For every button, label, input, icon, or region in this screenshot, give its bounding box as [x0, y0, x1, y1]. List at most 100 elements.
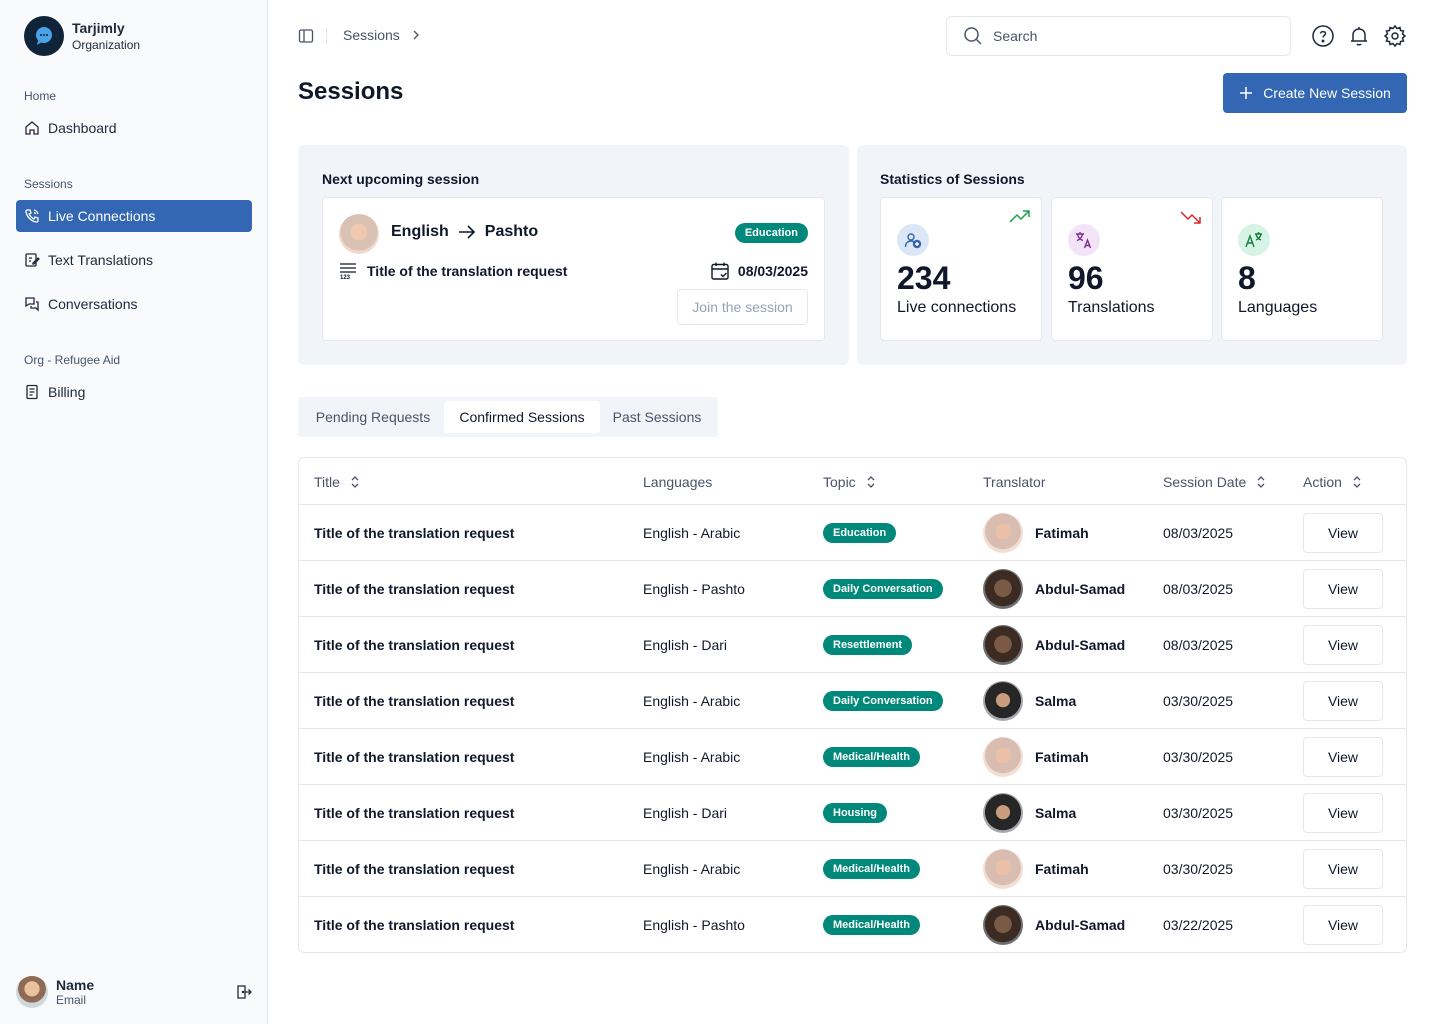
- table-row: Title of the translation request English…: [299, 785, 1406, 841]
- topic-badge: Medical/Health: [823, 747, 921, 767]
- sidebar-item-text-translations[interactable]: Text Translations: [16, 244, 252, 276]
- bell-icon[interactable]: [1347, 24, 1371, 48]
- stat-label: Live connections: [897, 299, 1017, 316]
- table-row: Title of the translation request English…: [299, 729, 1406, 785]
- cell-languages: English - Dari: [643, 805, 728, 821]
- stat-card-languages: 8 Languages: [1221, 197, 1383, 341]
- view-button[interactable]: View: [1303, 681, 1383, 721]
- help-icon[interactable]: [1311, 24, 1335, 48]
- topbar: Sessions: [268, 0, 1440, 72]
- stat-value: 234: [897, 260, 951, 296]
- brand-subtitle: Organization: [72, 38, 141, 52]
- avatar: [983, 793, 1023, 833]
- sidebar-item-label: Conversations: [48, 296, 138, 312]
- sidebar-item-billing[interactable]: Billing: [16, 376, 252, 408]
- column-label: Session Date: [1163, 474, 1247, 490]
- user-profile[interactable]: Name Email: [16, 976, 252, 1008]
- avatar: [16, 976, 48, 1008]
- sidebar-item-conversations[interactable]: Conversations: [16, 288, 252, 320]
- sidebar-toggle-icon[interactable]: [298, 28, 314, 44]
- cell-title: Title of the translation request: [314, 749, 515, 765]
- avatar: [339, 214, 379, 254]
- home-icon: [25, 121, 39, 135]
- nav-group-sessions: Sessions: [24, 177, 73, 191]
- translator-name: Salma: [1035, 805, 1077, 821]
- stat-value: 96: [1068, 260, 1104, 296]
- tab-pending-requests[interactable]: Pending Requests: [302, 401, 444, 433]
- avatar: [983, 625, 1023, 665]
- topic-badge: Daily Conversation: [823, 579, 943, 599]
- view-button[interactable]: View: [1303, 737, 1383, 777]
- search-input[interactable]: [993, 28, 1273, 44]
- sort-icon: [1257, 476, 1265, 488]
- sidebar-item-dashboard[interactable]: Dashboard: [16, 112, 252, 144]
- join-session-button[interactable]: Join the session: [677, 289, 808, 325]
- view-button[interactable]: View: [1303, 793, 1383, 833]
- user-name: Name: [56, 977, 95, 993]
- translator-name: Abdul-Samad: [1035, 581, 1126, 597]
- avatar: [983, 849, 1023, 889]
- view-button[interactable]: View: [1303, 905, 1383, 945]
- tab-past-sessions[interactable]: Past Sessions: [600, 401, 714, 433]
- breadcrumb-sessions[interactable]: Sessions: [343, 27, 400, 43]
- translator-name: Abdul-Samad: [1035, 637, 1126, 653]
- table-row: Title of the translation request English…: [299, 505, 1406, 561]
- upcoming-heading: Next upcoming session: [322, 171, 480, 187]
- sidebar-item-label: Billing: [48, 384, 86, 400]
- sidebar-item-live-connections[interactable]: Live Connections: [16, 200, 252, 232]
- cell-title: Title of the translation request: [314, 917, 515, 933]
- receipt-icon: [26, 384, 38, 400]
- column-label: Action: [1303, 474, 1342, 490]
- chat-icon: [25, 297, 39, 312]
- column-header-topic[interactable]: Topic: [823, 474, 876, 490]
- column-header-action[interactable]: Action: [1303, 474, 1362, 490]
- view-button[interactable]: View: [1303, 569, 1383, 609]
- topic-badge: Education: [734, 223, 808, 243]
- sidebar-item-label: Text Translations: [48, 252, 154, 268]
- tab-confirmed-sessions[interactable]: Confirmed Sessions: [444, 401, 600, 433]
- column-header-title[interactable]: Title: [314, 474, 360, 490]
- translator-name: Fatimah: [1035, 525, 1089, 541]
- cell-languages: English - Pashto: [643, 581, 745, 597]
- view-button[interactable]: View: [1303, 849, 1383, 889]
- table-row: Title of the translation request English…: [299, 617, 1406, 673]
- topic-badge: Daily Conversation: [823, 691, 943, 711]
- statistics-heading: Statistics of Sessions: [880, 171, 1025, 187]
- statistics-panel: Statistics of Sessions 234 Live connecti…: [857, 145, 1407, 365]
- cell-languages: English - Pashto: [643, 917, 745, 933]
- cell-date: 08/03/2025: [1163, 525, 1234, 541]
- search-icon: [964, 27, 982, 45]
- cell-date: 03/30/2025: [1163, 805, 1234, 821]
- cell-title: Title of the translation request: [314, 637, 515, 653]
- upcoming-session-panel: Next upcoming session English Pashto Edu…: [298, 145, 849, 365]
- topic-badge: Education: [823, 523, 897, 543]
- gear-icon[interactable]: [1383, 24, 1407, 48]
- sidebar: Tarjimly Organization Home Dashboard Ses…: [0, 0, 268, 1024]
- text-number-icon: 123: [340, 263, 356, 280]
- table-row: Title of the translation request English…: [299, 841, 1406, 897]
- session-title-text: Title of the translation request: [367, 263, 568, 279]
- from-language: English: [391, 223, 449, 240]
- brand[interactable]: Tarjimly Organization: [24, 16, 140, 56]
- view-button[interactable]: View: [1303, 625, 1383, 665]
- table-row: Title of the translation request English…: [299, 673, 1406, 729]
- create-session-button[interactable]: Create New Session: [1223, 73, 1407, 113]
- avatar: [983, 681, 1023, 721]
- breadcrumb: Sessions: [343, 27, 422, 43]
- cell-title: Title of the translation request: [314, 861, 515, 877]
- session-date-text: 08/03/2025: [737, 263, 808, 279]
- cell-languages: English - Arabic: [643, 693, 741, 709]
- user-email: Email: [56, 993, 87, 1007]
- view-button[interactable]: View: [1303, 513, 1383, 553]
- sort-icon: [351, 476, 359, 488]
- topic-badge: Medical/Health: [823, 915, 921, 935]
- column-header-session-date[interactable]: Session Date: [1163, 474, 1266, 490]
- session-tabs: Pending Requests Confirmed Sessions Past…: [298, 397, 718, 437]
- logout-icon[interactable]: [236, 984, 252, 1000]
- avatar: [983, 737, 1023, 777]
- search-box[interactable]: [946, 16, 1291, 56]
- cell-title: Title of the translation request: [314, 525, 515, 541]
- column-label: Languages: [643, 474, 713, 490]
- avatar: [983, 569, 1023, 609]
- edit-document-icon: [25, 253, 40, 267]
